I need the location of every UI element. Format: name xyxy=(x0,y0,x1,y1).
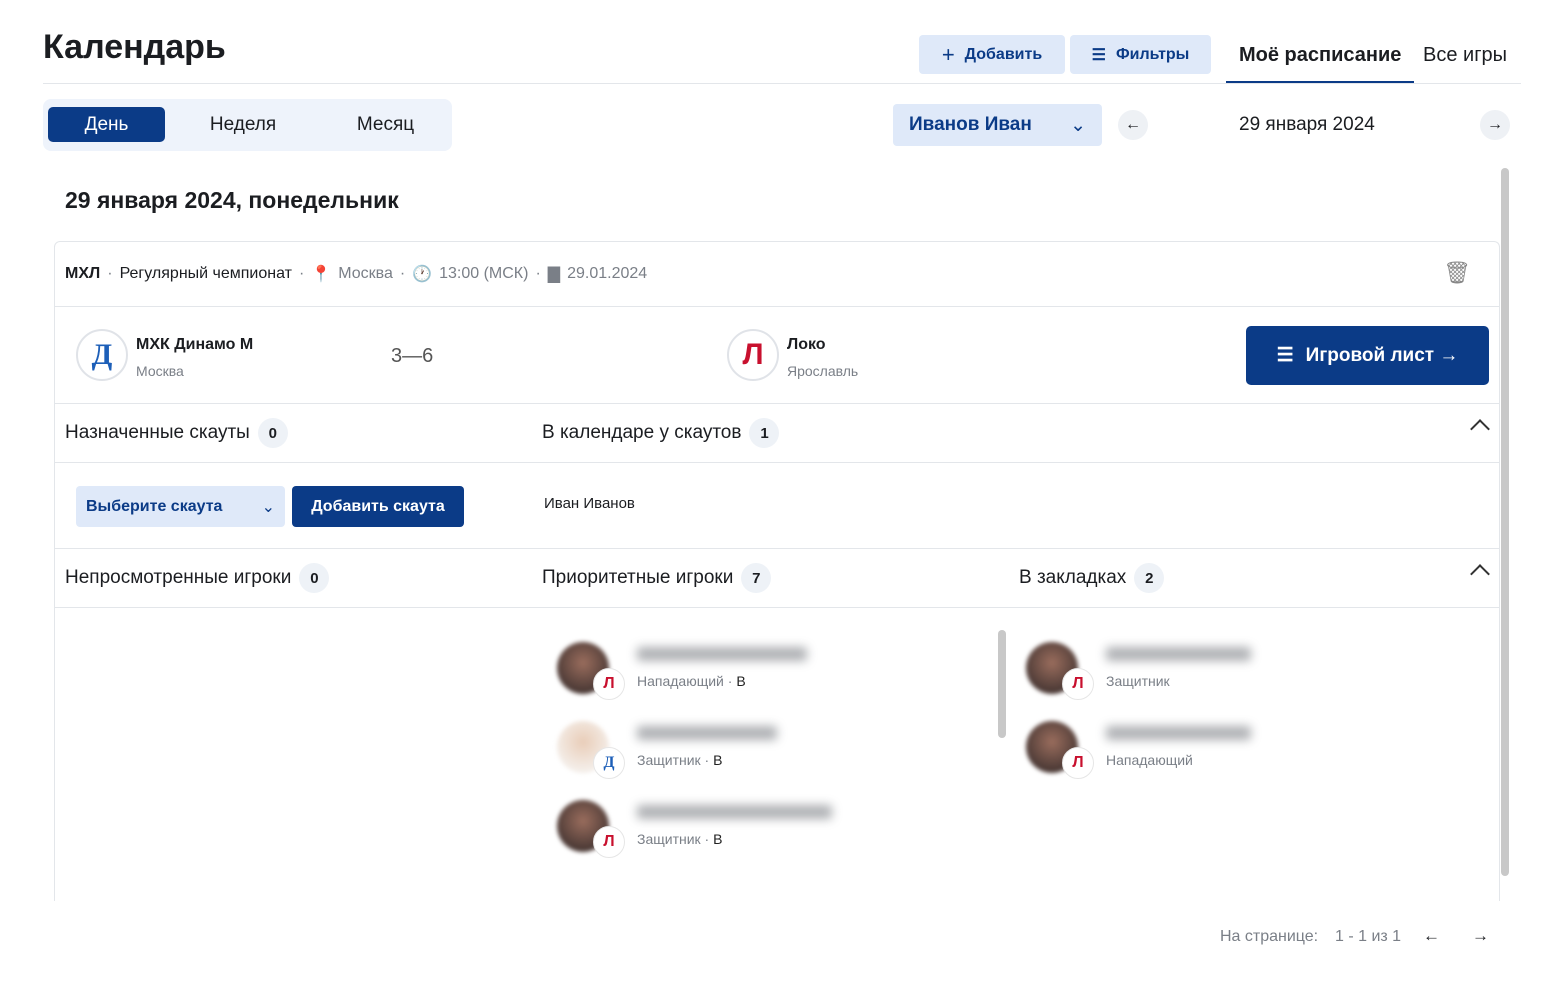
scrollbar[interactable] xyxy=(1501,168,1509,876)
priority-count-badge: 7 xyxy=(741,563,772,593)
divider xyxy=(43,83,1521,84)
unviewed-count-badge: 0 xyxy=(299,563,330,593)
chevron-up-icon[interactable] xyxy=(1470,564,1490,584)
loko-logo: Л xyxy=(727,329,779,381)
player-position: Нападающий xyxy=(1106,752,1193,768)
day-title: 29 января 2024, понедельник xyxy=(65,187,399,213)
unviewed-label: Непросмотренные игроки xyxy=(65,567,292,588)
scout-select[interactable]: Выберите скаута ⌄ xyxy=(76,486,285,527)
bookmark-item[interactable]: Л Нападающий xyxy=(1026,721,1251,779)
clock-icon: 🕐 xyxy=(412,266,433,283)
player-item[interactable]: Л Нападающий · В xyxy=(557,642,807,700)
game-sheet-button[interactable]: ☰ Игровой лист → xyxy=(1246,326,1489,385)
next-date-button[interactable]: → xyxy=(1480,110,1510,140)
prev-date-button[interactable]: ← xyxy=(1118,110,1148,140)
bookmark-item[interactable]: Л Защитник xyxy=(1026,642,1251,700)
player-grade: В xyxy=(713,831,723,847)
chevron-down-icon: ⌄ xyxy=(261,498,275,516)
home-team[interactable]: МХК Динамо М xyxy=(136,336,253,354)
game-card: МХЛ · Регулярный чемпионат · 📍 Москва · 🕐 13:… xyxy=(54,241,1500,901)
next-page-button[interactable]: → xyxy=(1472,926,1489,946)
assigned-count-badge: 0 xyxy=(257,418,288,448)
league: МХЛ xyxy=(65,265,101,282)
chevron-down-icon: ⌄ xyxy=(1070,114,1086,136)
player-item[interactable]: Д Защитник · В xyxy=(557,721,777,779)
priority-label: Приоритетные игроки xyxy=(542,567,734,588)
player-item[interactable]: Л Защитник · В xyxy=(557,800,832,858)
player-grade: В xyxy=(713,752,723,768)
prev-page-button[interactable]: ← xyxy=(1423,926,1440,946)
list-icon: ☰ xyxy=(1276,345,1294,366)
segment-month[interactable]: Месяц xyxy=(323,107,448,142)
game-city: Москва xyxy=(338,265,393,282)
loko-logo: Л xyxy=(1062,668,1094,700)
segment-day[interactable]: День xyxy=(48,107,165,142)
assigned-scouts-label: Назначенные скауты xyxy=(65,422,250,443)
segment-week[interactable]: Неделя xyxy=(178,107,308,142)
trash-icon[interactable]: 🗑 xyxy=(1443,260,1471,286)
add-scout-button[interactable]: Добавить скаута xyxy=(292,486,464,527)
plus-icon: + xyxy=(941,41,955,67)
bookmarks-count-badge: 2 xyxy=(1134,563,1165,593)
dynamo-logo: Д xyxy=(76,329,128,381)
filter-icon: ☰ xyxy=(1091,46,1106,64)
away-city: Ярославль xyxy=(787,363,859,379)
location-icon: 📍 xyxy=(311,266,332,283)
scout-name: Иван Иванов xyxy=(544,495,635,512)
list-scrollbar[interactable] xyxy=(998,630,1006,738)
pagination-range: 1 - 1 из 1 xyxy=(1335,928,1402,945)
stage: Регулярный чемпионат xyxy=(119,265,292,282)
player-grade: В xyxy=(736,673,746,689)
bookmarks-label: В закладках xyxy=(1019,567,1127,588)
player-position: Защитник xyxy=(1106,673,1170,689)
calendar-icon: ▇ xyxy=(547,266,561,283)
game-date: 29.01.2024 xyxy=(567,265,648,282)
current-date: 29 января 2024 xyxy=(1239,114,1375,135)
loko-logo: Л xyxy=(1062,747,1094,779)
calendar-scouts-label: В календаре у скаутов xyxy=(542,422,742,443)
dynamo-logo: Д xyxy=(593,747,625,779)
page-title: Календарь xyxy=(43,28,226,66)
player-position: Нападающий xyxy=(637,673,724,689)
loko-logo: Л xyxy=(593,826,625,858)
user-select[interactable]: Иванов Иван ⌄ xyxy=(893,104,1102,146)
player-position: Защитник xyxy=(637,831,701,847)
away-team[interactable]: Локо xyxy=(787,336,826,354)
calendar-count-badge: 1 xyxy=(749,418,780,448)
home-city: Москва xyxy=(136,363,184,379)
filters-button[interactable]: ☰ Фильтры xyxy=(1070,35,1211,74)
pagination-label: На странице: xyxy=(1220,928,1319,945)
loko-logo: Л xyxy=(593,668,625,700)
add-button[interactable]: + Добавить xyxy=(919,35,1065,74)
view-switch: День Неделя Месяц xyxy=(43,99,452,151)
chevron-up-icon[interactable] xyxy=(1470,419,1490,439)
game-time: 13:00 (МСК) xyxy=(439,265,529,282)
tab-all-games[interactable]: Все игры xyxy=(1410,40,1520,84)
score: 3—6 xyxy=(391,345,434,367)
tab-my-schedule[interactable]: Моё расписание xyxy=(1226,40,1415,84)
player-position: Защитник xyxy=(637,752,701,768)
